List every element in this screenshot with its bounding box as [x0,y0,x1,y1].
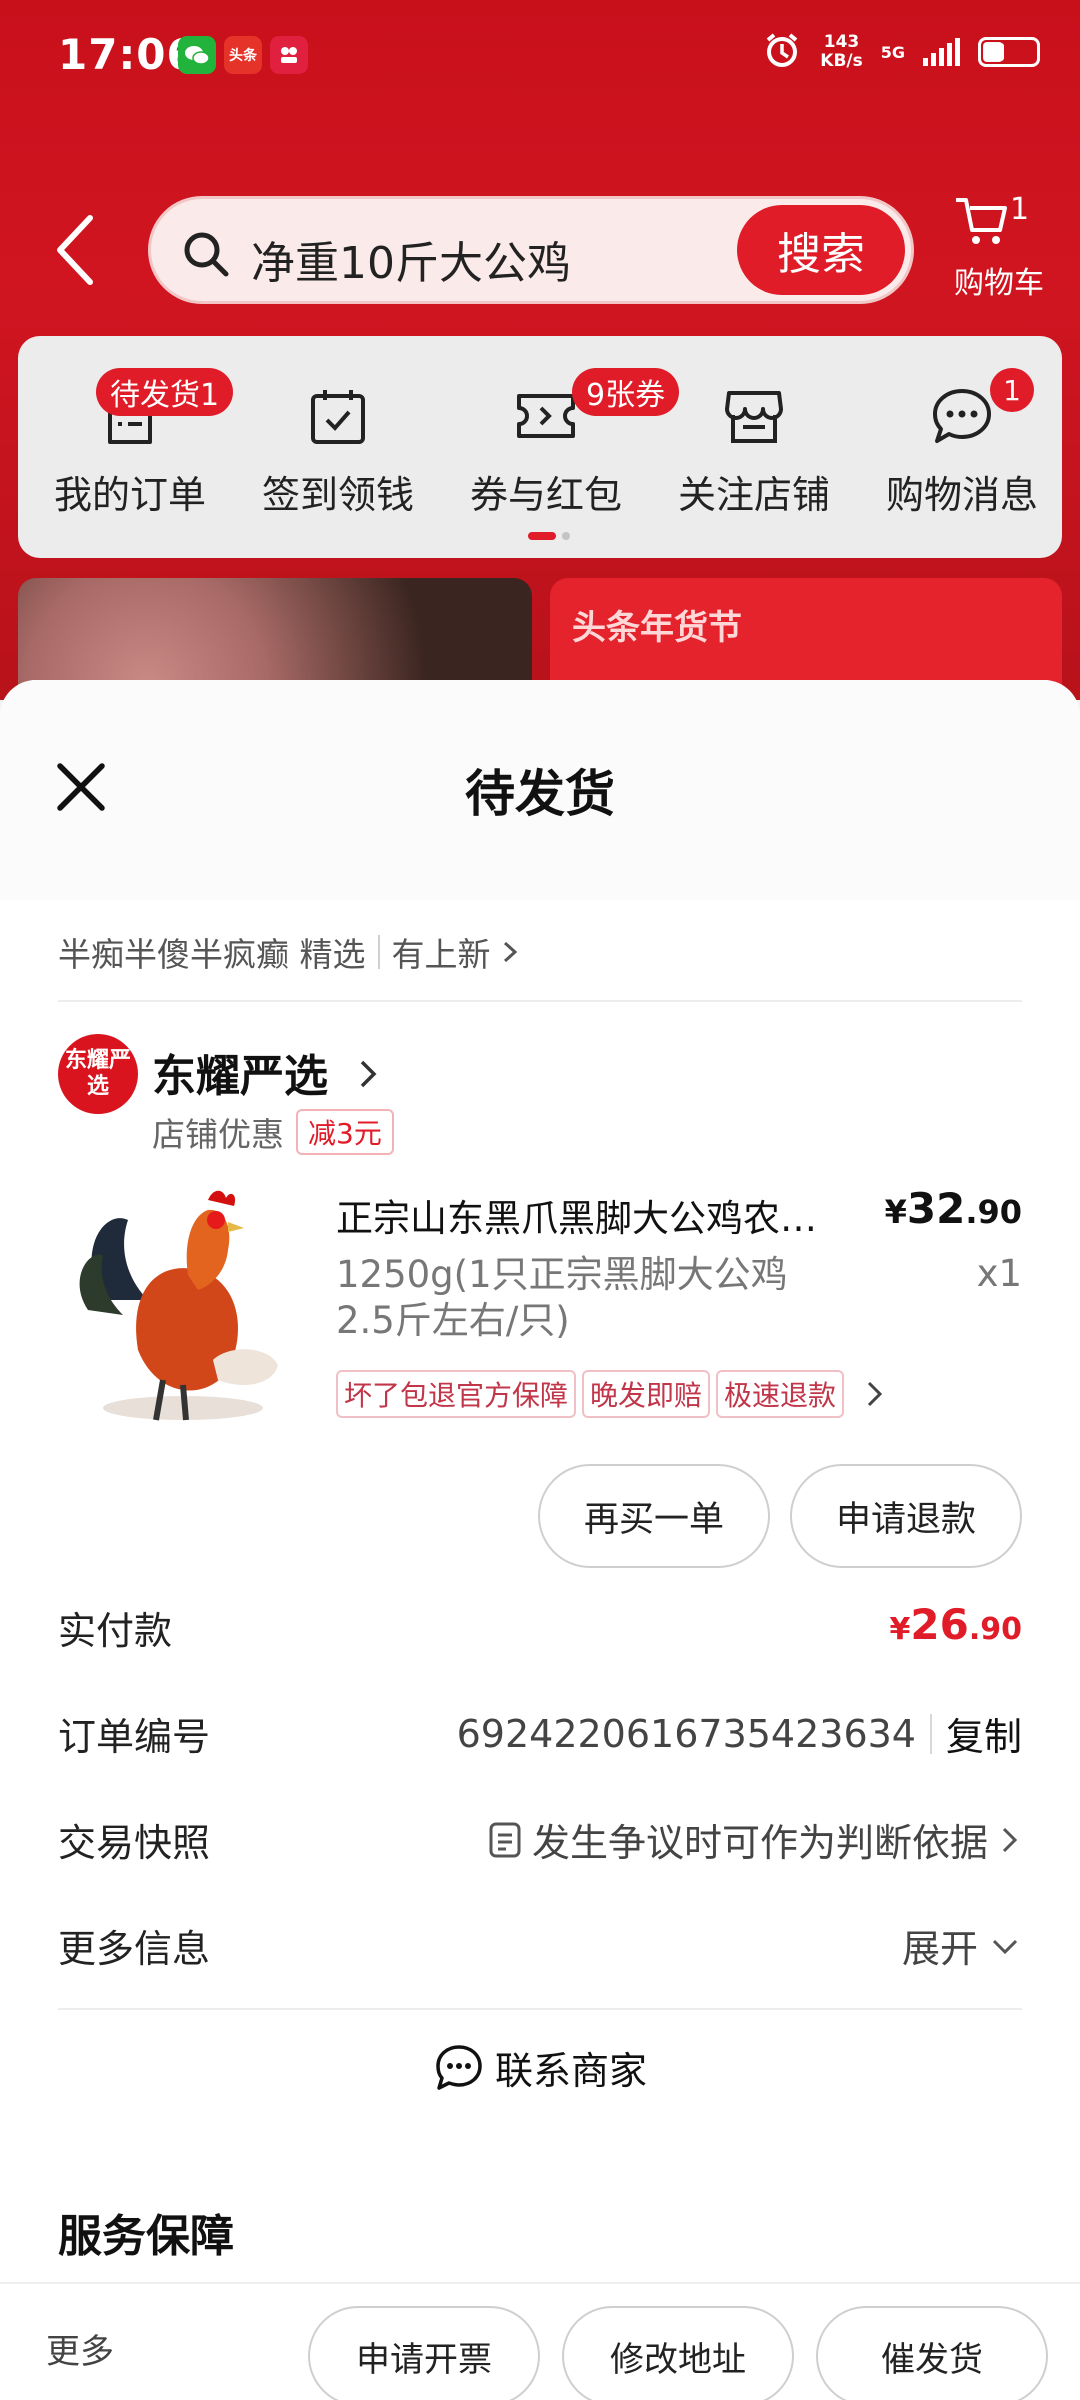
signal-icon [923,38,960,66]
service-tags[interactable]: 坏了包退官方保障 晚发即赔 极速退款 [336,1370,890,1418]
order-detail-sheet: 待发货 半痴半傻半疯癫 精选 有上新 东耀严选 东耀严选 店铺优惠 减3元 正宗… [0,680,1080,2400]
chevron-right-icon [360,1060,377,1088]
order-number-row: 订单编号 6924220616735423634 复制 [58,1706,1022,1766]
order-number-value: 6924220616735423634 [456,1711,916,1756]
service-tag: 晚发即赔 [582,1370,711,1418]
expand-toggle[interactable]: 展开 [902,1918,1022,1973]
message-count-badge: 1 [990,368,1034,412]
banner-title: 头条年货节 [572,608,742,648]
shortcut-follow-store[interactable]: 关注店铺 [654,376,854,519]
document-icon [489,1822,521,1857]
rebuy-button[interactable]: 再买一单 [538,1464,770,1568]
divider [58,1000,1022,1002]
toutiao-icon: 头条 [224,36,262,74]
shortcut-checkin[interactable]: 签到领钱 [238,376,438,519]
product-title[interactable]: 正宗山东黑爪黑脚大公鸡农… [336,1188,866,1242]
change-address-button[interactable]: 修改地址 [562,2306,794,2400]
service-guarantee-title: 服务保障 [58,2211,234,2262]
snapshot-value: 发生争议时可作为判断依据 [488,1812,1022,1867]
cart-label: 购物车 [954,266,1044,301]
service-tag: 坏了包退官方保障 [336,1370,577,1418]
battery-icon [978,37,1040,67]
more-info-label: 更多信息 [58,1927,211,1971]
back-button[interactable] [50,210,110,290]
chevron-right-icon [1002,1827,1018,1852]
divider [929,1713,932,1754]
divider [377,935,380,969]
sheet-title: 待发货 [465,765,615,823]
product-quantity: x1 [976,1252,1022,1295]
shortcut-label: 我的订单 [53,473,206,517]
shortcut-messages[interactable]: 购物消息 1 [862,368,1062,519]
paid-amount-row: 实付款 ¥26.90 [58,1600,1022,1660]
bottom-action-bar: 更多 申请开票 修改地址 催发货 [0,2282,1080,2400]
cart-icon [956,198,1007,244]
shortcut-label: 关注店铺 [677,473,830,517]
shortcut-label: 券与红包 [469,473,622,517]
search-input[interactable]: 净重10斤大公鸡 [251,227,571,291]
order-number: 6924220616735423634 复制 [457,1706,1022,1761]
network-speed: 143 KB/s [820,32,863,71]
product-spec: 1250g(1只正宗黑脚大公鸡2.5斤左右/只) [336,1253,788,1342]
shop-tip-link: 有上新 [391,935,491,974]
status-time: 17:06 [58,30,197,79]
search-button[interactable]: 搜索 [737,205,905,295]
product-price: ¥32.90 [884,1184,1022,1233]
urge-shipment-button[interactable]: 催发货 [816,2306,1048,2400]
pending-shipment-badge: 待发货1 [96,368,234,416]
shop-tip-text: 半痴半傻半疯癫 精选 [58,935,366,974]
paid-label: 实付款 [58,1609,173,1653]
store-row[interactable]: 东耀严选 东耀严选 [58,1030,1022,1120]
network-type: 5G [880,42,905,62]
wechat-icon [178,36,216,74]
app-icon [270,36,308,74]
shortcut-label: 购物消息 [885,473,1038,517]
store-promo: 店铺优惠 减3元 [152,1108,394,1156]
refund-button[interactable]: 申请退款 [790,1464,1022,1568]
order-number-label: 订单编号 [58,1715,211,1759]
invoice-button[interactable]: 申请开票 [308,2306,540,2400]
promo-label: 店铺优惠 [152,1115,284,1154]
snapshot-label: 交易快照 [58,1821,211,1865]
store-name: 东耀严选 [152,1051,328,1102]
paid-amount: ¥26.90 [889,1600,1022,1649]
snapshot-row[interactable]: 交易快照 发生争议时可作为判断依据 [58,1812,1022,1872]
store-icon [654,376,854,456]
product-image[interactable] [58,1180,308,1430]
more-button[interactable]: 更多 [46,2324,114,2373]
shortcut-panel: 我的订单 待发货1 签到领钱 券与红包 9张券 关注店铺 购物消息 1 [18,336,1062,558]
search-icon [181,229,231,283]
store-logo: 东耀严选 [58,1034,138,1114]
shortcut-my-orders[interactable]: 我的订单 待发货1 [30,368,234,519]
service-tag: 极速退款 [716,1370,845,1418]
calendar-check-icon [238,376,438,456]
alarm-icon [762,30,802,74]
cart-count: 1 [1010,192,1030,227]
chevron-right-icon [503,941,517,963]
shortcut-coupons[interactable]: 券与红包 9张券 [446,368,680,519]
promo-badge: 减3元 [296,1109,394,1155]
shortcut-label: 签到领钱 [261,473,414,517]
top-nav: 净重10斤大公鸡 搜索 1 购物车 [0,190,1080,310]
page-indicator [528,532,570,540]
copy-button[interactable]: 复制 [946,1706,1022,1761]
cart-button[interactable]: 1 购物车 [950,190,1060,310]
sheet-header: 待发货 [0,680,1080,900]
chevron-right-icon [867,1381,883,1407]
divider [58,2008,1022,2010]
more-info-row[interactable]: 更多信息 展开 [58,1918,1022,1978]
chat-bubble-icon [436,2044,482,2090]
search-box[interactable]: 净重10斤大公鸡 搜索 [148,196,914,304]
contact-merchant-button[interactable]: 联系商家 [0,2040,1080,2095]
shop-tip[interactable]: 半痴半傻半疯癫 精选 有上新 [58,928,525,976]
status-bar: 17:06 头条 143 KB/s 5G [0,0,1080,110]
contact-label: 联系商家 [494,2049,647,2093]
chevron-left-icon [57,215,93,285]
chevron-down-icon [992,1939,1018,1954]
